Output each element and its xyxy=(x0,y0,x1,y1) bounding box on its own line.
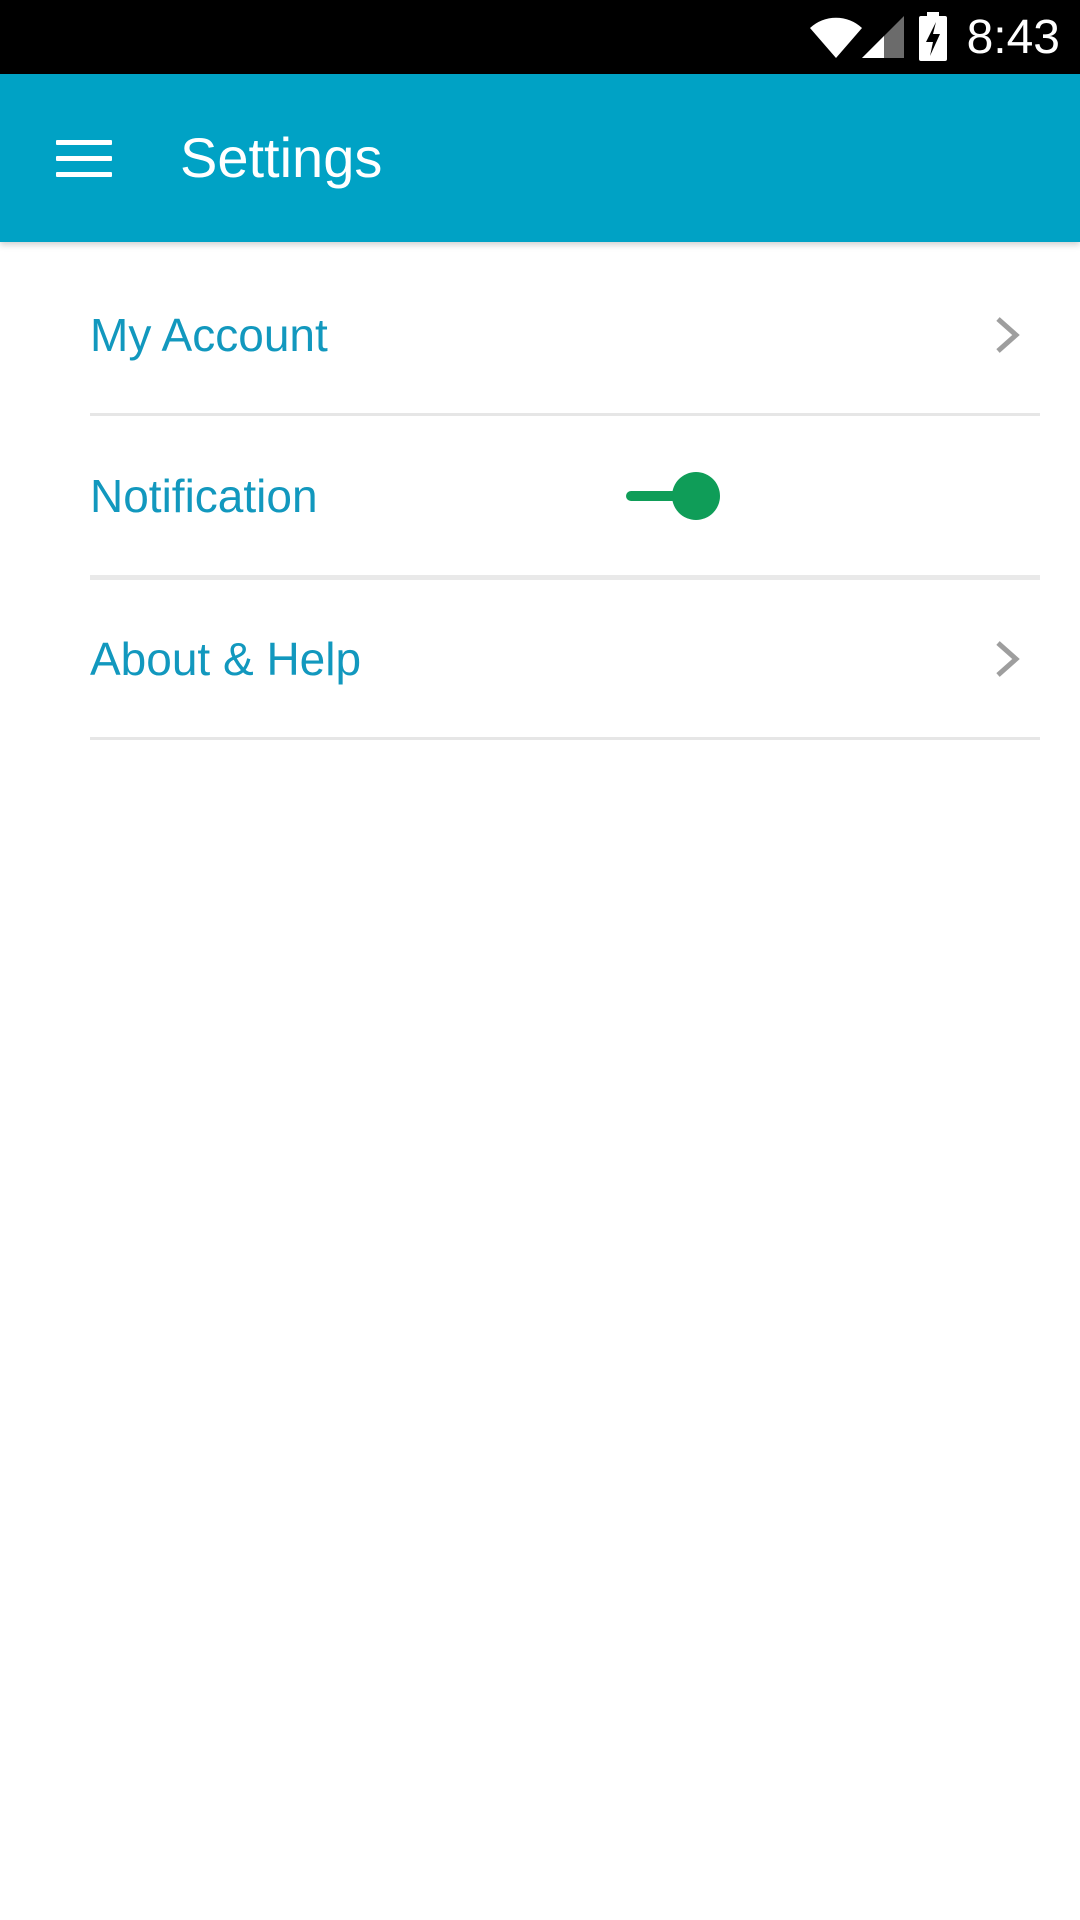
toggle-thumb xyxy=(672,471,720,520)
status-time: 8:43 xyxy=(966,11,1060,64)
app-bar: Settings xyxy=(0,74,1080,242)
notification-toggle[interactable] xyxy=(626,470,736,522)
signal-icon xyxy=(862,16,904,58)
settings-list: My Account Notification About & Help xyxy=(90,256,1040,740)
settings-item-label: My Account xyxy=(90,308,328,361)
settings-item-my-account[interactable]: My Account xyxy=(90,256,1040,416)
settings-item-about-help[interactable]: About & Help xyxy=(90,580,1040,740)
chevron-right-icon xyxy=(996,640,1020,677)
wifi-icon xyxy=(810,17,862,58)
status-bar: 8:43 xyxy=(0,0,1080,74)
chevron-right-icon xyxy=(996,316,1020,353)
settings-item-notification: Notification xyxy=(90,416,1040,580)
settings-screen: 8:43 Settings My Account Notification Ab… xyxy=(0,0,1080,1920)
battery-charging-icon xyxy=(919,12,947,61)
menu-icon[interactable] xyxy=(48,128,120,188)
settings-item-label: About & Help xyxy=(90,632,362,685)
settings-item-label: Notification xyxy=(90,469,318,522)
page-title: Settings xyxy=(180,126,383,189)
